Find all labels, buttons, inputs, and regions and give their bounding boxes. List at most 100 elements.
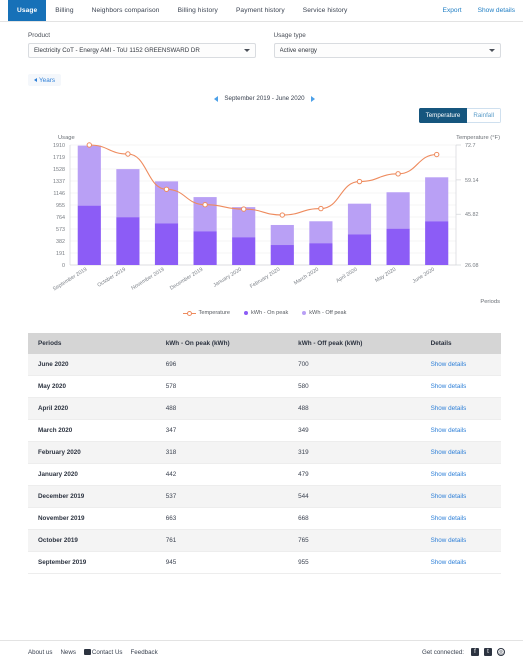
bar-on-peak	[386, 228, 410, 265]
y-tick-label: 191	[56, 251, 65, 257]
usage-type-field: Usage type Active energy	[273, 32, 501, 58]
export-link[interactable]: Export	[435, 0, 470, 21]
footer-links: About us News Contact Us Feedback	[28, 648, 158, 657]
tab-neighbors-comparison[interactable]: Neighbors comparison	[83, 0, 169, 21]
x-tick-label: September 2019	[52, 267, 88, 293]
bar-on-peak	[154, 223, 179, 265]
header-details: Details	[420, 333, 501, 354]
usage-table-body: June 2020 696 700 Show details May 2020 578 58…	[28, 354, 501, 574]
usage-table: Periods kWh - On peak (kWh) kWh - Off pe…	[28, 333, 501, 574]
chart-y2label: Temperature (°F)	[456, 135, 500, 141]
bar-on-peak	[116, 217, 140, 265]
show-details-link[interactable]: Show details	[431, 405, 467, 412]
show-details-link[interactable]: Show details	[470, 0, 523, 21]
pager-prev-icon[interactable]	[214, 95, 219, 102]
header-on-peak: kWh - On peak (kWh)	[155, 333, 289, 354]
x-tick-group: March 2020	[293, 267, 320, 287]
product-select[interactable]: Electricity CoT - Energy AMI - ToU 1152 …	[28, 43, 256, 58]
table-row: February 2020 318 319 Show details	[28, 441, 501, 464]
show-details-link[interactable]: Show details	[431, 361, 467, 368]
toggle-rainfall-button[interactable]: Rainfall	[467, 108, 501, 123]
cell-period: April 2020	[28, 397, 156, 420]
show-details-link[interactable]: Show details	[431, 383, 467, 390]
cell-details: Show details	[420, 375, 501, 398]
usage-type-select[interactable]: Active energy	[273, 43, 501, 58]
footer-link-news[interactable]: News	[60, 649, 75, 656]
y-tick-label: 764	[56, 215, 65, 221]
x-tick-group: February 2020	[249, 267, 281, 290]
cell-on-peak: 663	[155, 507, 289, 530]
x-tick-label: March 2020	[293, 267, 320, 287]
cell-period: September 2019	[28, 551, 156, 574]
legend-item-off-peak: kWh - Off peak	[302, 310, 346, 316]
show-details-link[interactable]: Show details	[431, 449, 467, 456]
bar-off-peak	[347, 203, 372, 235]
bar-on-peak	[232, 237, 256, 265]
temperature-point	[434, 151, 440, 158]
chevron-left-icon	[34, 78, 37, 82]
tab-payment-history[interactable]: Payment history	[227, 0, 294, 21]
cell-period: June 2020	[28, 354, 156, 376]
bar-on-peak	[193, 231, 217, 265]
bar-off-peak	[386, 192, 410, 229]
usage-table-head: Periods kWh - On peak (kWh) kWh - Off pe…	[28, 333, 501, 354]
twitter-icon[interactable]: t	[484, 648, 492, 656]
y2-tick-label: 72.7	[465, 143, 476, 149]
x-tick-label: February 2020	[249, 267, 281, 290]
x-tick-group: October 2019	[97, 267, 127, 289]
show-details-link[interactable]: Show details	[431, 493, 467, 500]
chevron-down-icon	[243, 49, 250, 52]
temperature-point	[356, 178, 363, 185]
y-tick-label: 955	[56, 203, 65, 209]
tab-billing-history[interactable]: Billing history	[169, 0, 227, 21]
footer-link-about-us[interactable]: About us	[28, 649, 52, 656]
y-tick-label: 1337	[53, 179, 65, 185]
tab-billing-label: Billing	[55, 7, 74, 14]
cell-off-peak: 319	[288, 441, 421, 464]
cell-details: Show details	[420, 485, 501, 508]
bar-on-peak	[77, 205, 101, 265]
header-off-peak: kWh - Off peak (kWh)	[288, 333, 421, 354]
bar-on-peak	[309, 243, 333, 265]
show-details-link[interactable]: Show details	[431, 559, 467, 566]
usage-type-label: Usage type	[273, 32, 306, 39]
footer-link-feedback[interactable]: Feedback	[131, 649, 158, 656]
temperature-point	[202, 202, 208, 208]
toggle-temperature-button[interactable]: Temperature	[418, 108, 468, 123]
table-header-row: Periods kWh - On peak (kWh) kWh - Off pe…	[28, 333, 501, 354]
instagram-icon[interactable]: ◎	[497, 648, 505, 656]
x-tick-group: December 2019	[169, 267, 204, 292]
footer-link-contact-us-wrap[interactable]: Contact Us	[83, 648, 123, 656]
page-content: Product Electricity CoT - Energy AMI - T…	[0, 22, 523, 640]
x-tick-label: October 2019	[97, 267, 127, 289]
tab-service-history[interactable]: Service history	[294, 0, 357, 21]
table-row: November 2019 663 668 Show details	[28, 507, 501, 530]
show-details-link[interactable]: Show details	[431, 537, 467, 544]
cell-on-peak: 488	[155, 397, 289, 420]
cell-period: December 2019	[28, 485, 156, 508]
tab-usage[interactable]: Usage	[8, 0, 47, 21]
years-back-button[interactable]: Years	[28, 74, 62, 86]
cell-details: Show details	[420, 529, 501, 552]
x-tick-group: January 2020	[212, 267, 242, 289]
cell-on-peak: 442	[155, 463, 289, 486]
chart-ylabel: Usage	[58, 135, 75, 141]
show-details-link[interactable]: Show details	[431, 427, 467, 434]
cell-details: Show details	[420, 354, 501, 376]
table-row: April 2020 488 488 Show details	[28, 397, 501, 420]
show-details-link[interactable]: Show details	[431, 471, 467, 478]
cell-off-peak: 488	[288, 397, 421, 420]
cell-on-peak: 761	[155, 529, 289, 552]
show-details-link[interactable]: Show details	[431, 515, 467, 522]
cell-off-peak: 544	[288, 485, 421, 508]
legend-label-temperature: Temperature	[198, 310, 230, 316]
cell-off-peak: 668	[288, 507, 421, 530]
pager-next-icon[interactable]	[310, 95, 315, 102]
y-tick-label: 1528	[53, 167, 65, 173]
usage-type-select-value: Active energy	[279, 47, 318, 54]
x-tick-label: November 2019	[130, 267, 165, 292]
tab-billing[interactable]: Billing	[46, 0, 82, 21]
x-tick-label: December 2019	[169, 267, 204, 292]
facebook-icon[interactable]: f	[471, 648, 479, 656]
usage-chart: Usage Temperature (°F) Periods 0 191 382 573 76…	[28, 127, 501, 327]
